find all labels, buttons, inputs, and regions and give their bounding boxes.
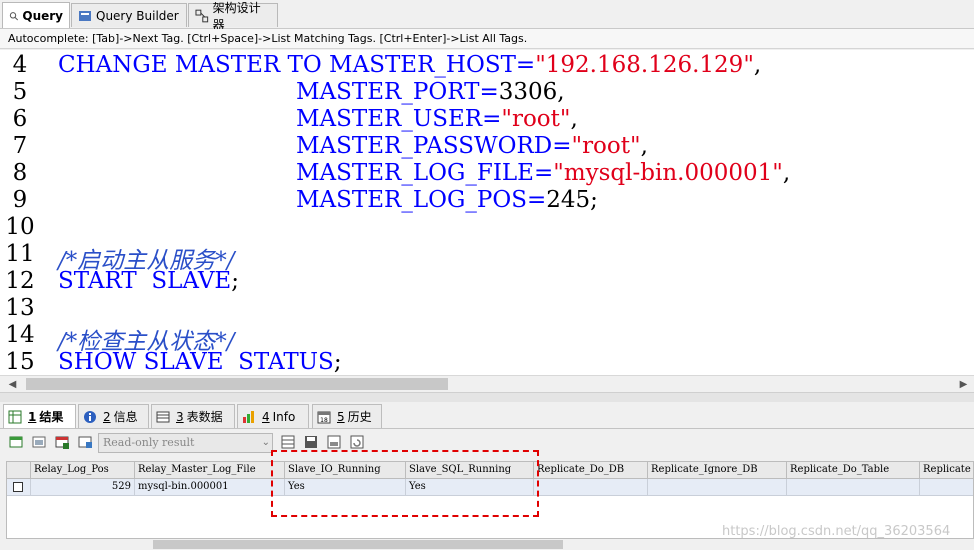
tab-result-number: 1 xyxy=(28,409,37,424)
column-header[interactable]: Replicate_Do_Table xyxy=(787,462,920,479)
grid-view-icon[interactable] xyxy=(280,434,296,450)
tab-info-label: Info xyxy=(272,409,296,424)
schema-designer-icon xyxy=(195,9,209,22)
code-line-4: CHANGE MASTER TO MASTER_HOST="192.168.12… xyxy=(58,52,762,78)
refresh-icon[interactable] xyxy=(349,434,365,450)
tab-query-builder-label: Query Builder xyxy=(96,8,179,23)
duplicate-row-icon[interactable] xyxy=(31,434,47,450)
info-icon xyxy=(84,410,96,423)
tab-history[interactable]: 18 5 历史 xyxy=(312,404,382,428)
tab-schema-designer-label: 架构设计器 xyxy=(212,0,261,32)
table-cell[interactable]: mysql-bin.000001 xyxy=(135,479,285,496)
line-number: 11 xyxy=(5,241,35,267)
tab-query-label: Query xyxy=(22,8,63,23)
tab-result[interactable]: 1 结果 xyxy=(3,404,76,428)
autocomplete-hint: Autocomplete: [Tab]->Next Tag. [Ctrl+Spa… xyxy=(0,29,974,49)
scroll-right-arrow-icon[interactable]: ▶ xyxy=(955,376,972,393)
column-header[interactable]: Replicate_Do_DB xyxy=(534,462,648,479)
svg-text:18: 18 xyxy=(320,417,328,424)
table-cell[interactable] xyxy=(534,479,648,496)
tab-history-number: 5 xyxy=(337,409,345,424)
line-number: 7 xyxy=(12,133,28,159)
scroll-left-arrow-icon[interactable]: ◀ xyxy=(4,376,21,393)
tab-result-label: 结果 xyxy=(39,410,64,424)
editor-horizontal-scrollbar[interactable]: ◀ ▶ xyxy=(0,375,974,393)
line-number: 4 xyxy=(12,52,28,78)
query-builder-icon xyxy=(79,10,91,21)
line-number: 12 xyxy=(5,268,35,294)
query-tab-bar: Query Query Builder 架构设计器 xyxy=(0,0,974,32)
column-header[interactable]: Replicate xyxy=(920,462,973,479)
annotation-highlight-box xyxy=(271,450,539,517)
tab-history-label: 历史 xyxy=(347,410,372,424)
export-icon[interactable] xyxy=(326,434,342,450)
tab-info-number: 4 xyxy=(262,409,270,424)
line-number: 6 xyxy=(12,106,28,132)
save-changes-icon[interactable] xyxy=(77,434,93,450)
tab-schema-designer[interactable]: 架构设计器 xyxy=(188,1,278,32)
history-icon: 18 xyxy=(317,411,331,424)
grid-horizontal-scrollbar[interactable] xyxy=(0,539,974,550)
code-line-5: MASTER_PORT=3306, xyxy=(296,79,565,105)
delete-row-icon[interactable] xyxy=(54,434,70,450)
column-header[interactable]: Relay_Log_Pos xyxy=(31,462,135,479)
scrollbar-thumb[interactable] xyxy=(153,540,563,549)
table-cell[interactable] xyxy=(787,479,920,496)
table-data-icon xyxy=(156,411,170,422)
code-line-7: MASTER_PASSWORD="root", xyxy=(296,133,648,159)
result-grid-icon xyxy=(8,410,22,423)
row-checkbox[interactable] xyxy=(13,482,23,492)
code-line-12: START SLAVE; xyxy=(58,268,239,294)
table-cell[interactable]: 529 xyxy=(31,479,135,496)
line-number-gutter: 4 5 6 7 8 9 10 11 12 13 14 15 xyxy=(0,50,44,375)
line-number: 13 xyxy=(5,295,35,321)
result-mode-value: Read-only result xyxy=(103,436,195,449)
tab-messages-label: 信息 xyxy=(113,410,138,424)
code-line-9: MASTER_LOG_POS=245; xyxy=(296,187,598,213)
table-cell[interactable] xyxy=(648,479,787,496)
tab-messages[interactable]: 2 信息 xyxy=(78,404,149,428)
tab-info[interactable]: 4 Info xyxy=(237,404,309,428)
scrollbar-thumb[interactable] xyxy=(26,378,448,390)
result-tab-bar: 1 结果 2 信息 3 表数据 4 Info 18 5 历史 xyxy=(0,402,974,429)
tab-table-data[interactable]: 3 表数据 xyxy=(151,404,235,428)
result-mode-select[interactable]: Read-only result ⌄ xyxy=(98,433,273,453)
line-number: 8 xyxy=(12,160,28,186)
info-chart-icon xyxy=(243,410,254,423)
code-line-6: MASTER_USER="root", xyxy=(296,106,578,132)
line-number: 9 xyxy=(12,187,28,213)
line-number: 15 xyxy=(5,349,35,375)
grid-corner xyxy=(7,462,31,479)
tab-messages-number: 2 xyxy=(103,409,111,424)
column-header[interactable]: Replicate_Ignore_DB xyxy=(648,462,787,479)
watermark: https://blog.csdn.net/qq_36203564 xyxy=(722,524,951,539)
code-line-8: MASTER_LOG_FILE="mysql-bin.000001", xyxy=(296,160,791,186)
line-number: 5 xyxy=(12,79,28,105)
sql-editor[interactable]: 4 5 6 7 8 9 10 11 12 13 14 15 CHANGE MAS… xyxy=(0,50,974,375)
table-cell[interactable] xyxy=(920,479,973,496)
chevron-down-icon: ⌄ xyxy=(261,437,270,448)
line-number: 10 xyxy=(5,214,35,240)
save-icon[interactable] xyxy=(303,434,319,450)
tab-query-builder[interactable]: Query Builder xyxy=(71,3,187,27)
tab-table-data-number: 3 xyxy=(176,409,184,424)
code-line-15: SHOW SLAVE STATUS; xyxy=(58,349,342,375)
line-number: 14 xyxy=(5,322,35,348)
add-row-icon[interactable] xyxy=(8,434,24,450)
tab-query[interactable]: Query xyxy=(2,2,70,28)
query-icon xyxy=(9,11,19,20)
tab-table-data-label: 表数据 xyxy=(186,410,223,424)
column-header[interactable]: Relay_Master_Log_File xyxy=(135,462,285,479)
